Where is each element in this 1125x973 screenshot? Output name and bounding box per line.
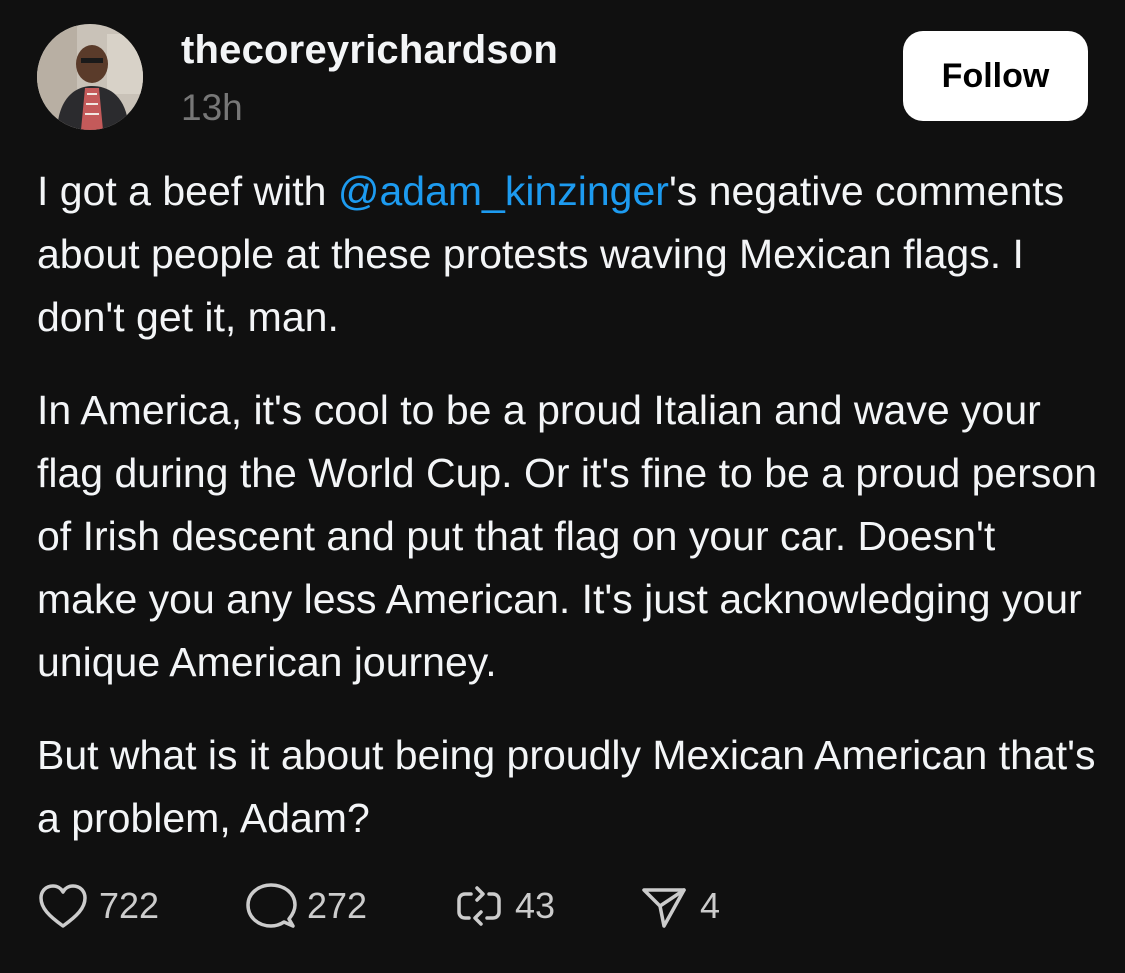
- username[interactable]: thecoreyrichardson: [181, 26, 558, 74]
- like-button[interactable]: 722: [37, 882, 245, 930]
- mention-link[interactable]: @adam_kinzinger: [338, 168, 669, 214]
- post-body: I got a beef with @adam_kinzinger's nega…: [37, 160, 1097, 880]
- avatar-image: [37, 24, 143, 130]
- reply-count: 272: [307, 885, 368, 926]
- post-paragraph-1: I got a beef with @adam_kinzinger's nega…: [37, 160, 1097, 349]
- heart-icon: [39, 884, 87, 928]
- post: thecoreyrichardson 13h Follow I got a be…: [0, 0, 1125, 973]
- post-paragraph-2: In America, it's cool to be a proud Ital…: [37, 387, 1097, 685]
- share-count: 4: [700, 885, 721, 926]
- share-icon: [642, 888, 686, 928]
- repost-button[interactable]: 43: [453, 882, 638, 930]
- post-timestamp: 13h: [181, 87, 243, 128]
- follow-button[interactable]: Follow: [903, 31, 1088, 121]
- action-bar: 722 272 43 4: [37, 876, 738, 936]
- repost-count: 43: [515, 885, 556, 926]
- share-button[interactable]: 4: [638, 882, 738, 930]
- post-paragraph-3: But what is it about being proudly Mexic…: [37, 732, 1096, 841]
- avatar[interactable]: [37, 24, 143, 130]
- paragraph-1-text-before: I got a beef with: [37, 168, 338, 214]
- like-count: 722: [99, 885, 160, 926]
- repost-icon: [457, 886, 501, 926]
- reply-button[interactable]: 272: [245, 881, 453, 931]
- comment-icon: [246, 883, 297, 928]
